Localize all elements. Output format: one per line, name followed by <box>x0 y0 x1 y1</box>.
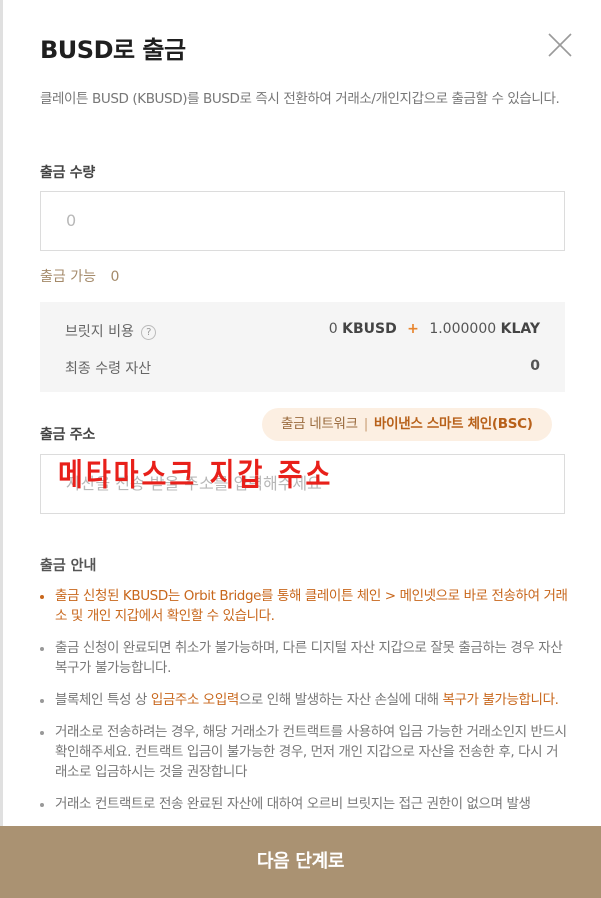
modal-title: BUSD로 출금 <box>40 36 186 64</box>
bridge-fee-amount: 0 <box>328 321 338 337</box>
help-icon[interactable]: ? <box>141 325 157 340</box>
guide-item: 거래소 컨트랙트로 전송 완료된 자산에 대하여 오르비 브릿지는 접근 권한이… <box>40 794 568 814</box>
guide-list: 출금 신청된 KBUSD는 Orbit Bridge를 통해 클레이튼 체인 >… <box>40 586 568 826</box>
withdraw-modal: BUSD로 출금 클레이튼 BUSD (KBUSD)를 BUSD로 즉시 전환하… <box>0 0 601 898</box>
bridge-fee-row: 브릿지 비용 ? 0 KBUSD + 1.000000 KLAY <box>65 321 540 341</box>
guide-item: 출금 신청된 KBUSD는 Orbit Bridge를 통해 클레이튼 체인 >… <box>40 586 568 626</box>
final-amount-value: 0 <box>530 358 540 374</box>
guide-item-text: 블록체인 특성 상 <box>55 692 151 708</box>
network-value: 바이낸스 스마트 체인(BSC) <box>373 416 533 432</box>
modal-edge <box>0 0 3 898</box>
handwritten-annotation: 메타마스크 지갑 주소 <box>58 458 334 494</box>
available-amount: 출금 가능 0 <box>40 266 119 286</box>
address-label: 출금 주소 <box>40 427 95 443</box>
guide-item: 블록체인 특성 상 입금주소 오입력으로 인해 발생하는 자산 손실에 대해 복… <box>40 690 568 710</box>
amount-input[interactable] <box>66 211 564 230</box>
amount-label: 출금 수량 <box>40 165 95 181</box>
close-icon[interactable] <box>545 30 575 60</box>
fee-summary: 브릿지 비용 ? 0 KBUSD + 1.000000 KLAY 최종 수령 자… <box>40 302 565 392</box>
amount-field[interactable] <box>40 191 565 251</box>
final-amount-label: 최종 수령 자산 <box>65 361 152 377</box>
guide-item: 출금 신청이 완료되면 취소가 불가능하며, 다른 디지털 자산 지갑으로 잘못… <box>40 638 568 678</box>
network-separator: | <box>363 416 369 432</box>
network-badge: 출금 네트워크 | 바이낸스 스마트 체인(BSC) <box>262 408 552 441</box>
guide-item: 거래소로 전송하려는 경우, 해당 거래소가 컨트랙트를 사용하여 입금 가능한… <box>40 722 568 782</box>
available-value: 0 <box>110 269 120 285</box>
available-label: 출금 가능 <box>40 269 96 285</box>
klay-fee-unit: KLAY <box>500 321 540 337</box>
network-label: 출금 네트워크 <box>281 416 358 432</box>
plus-sign: + <box>407 321 419 337</box>
bridge-fee-unit: KBUSD <box>342 321 397 337</box>
guide-title: 출금 안내 <box>40 558 97 574</box>
modal-description: 클레이튼 BUSD (KBUSD)를 BUSD로 즉시 전환하여 거래소/개인지… <box>40 91 560 107</box>
guide-item-emphasis: 복구가 불가능합니다. <box>442 692 559 708</box>
klay-fee-amount: 1.000000 <box>429 321 497 337</box>
final-amount-row: 최종 수령 자산 0 <box>65 358 540 378</box>
guide-item-emphasis: 입금주소 오입력 <box>150 692 239 708</box>
next-step-button[interactable]: 다음 단계로 <box>0 826 601 898</box>
bridge-fee-label: 브릿지 비용 <box>65 324 134 340</box>
bridge-fee-value: 0 KBUSD + 1.000000 KLAY <box>329 321 540 337</box>
guide-item-text: 으로 인해 발생하는 자산 손실에 대해 <box>238 692 443 708</box>
